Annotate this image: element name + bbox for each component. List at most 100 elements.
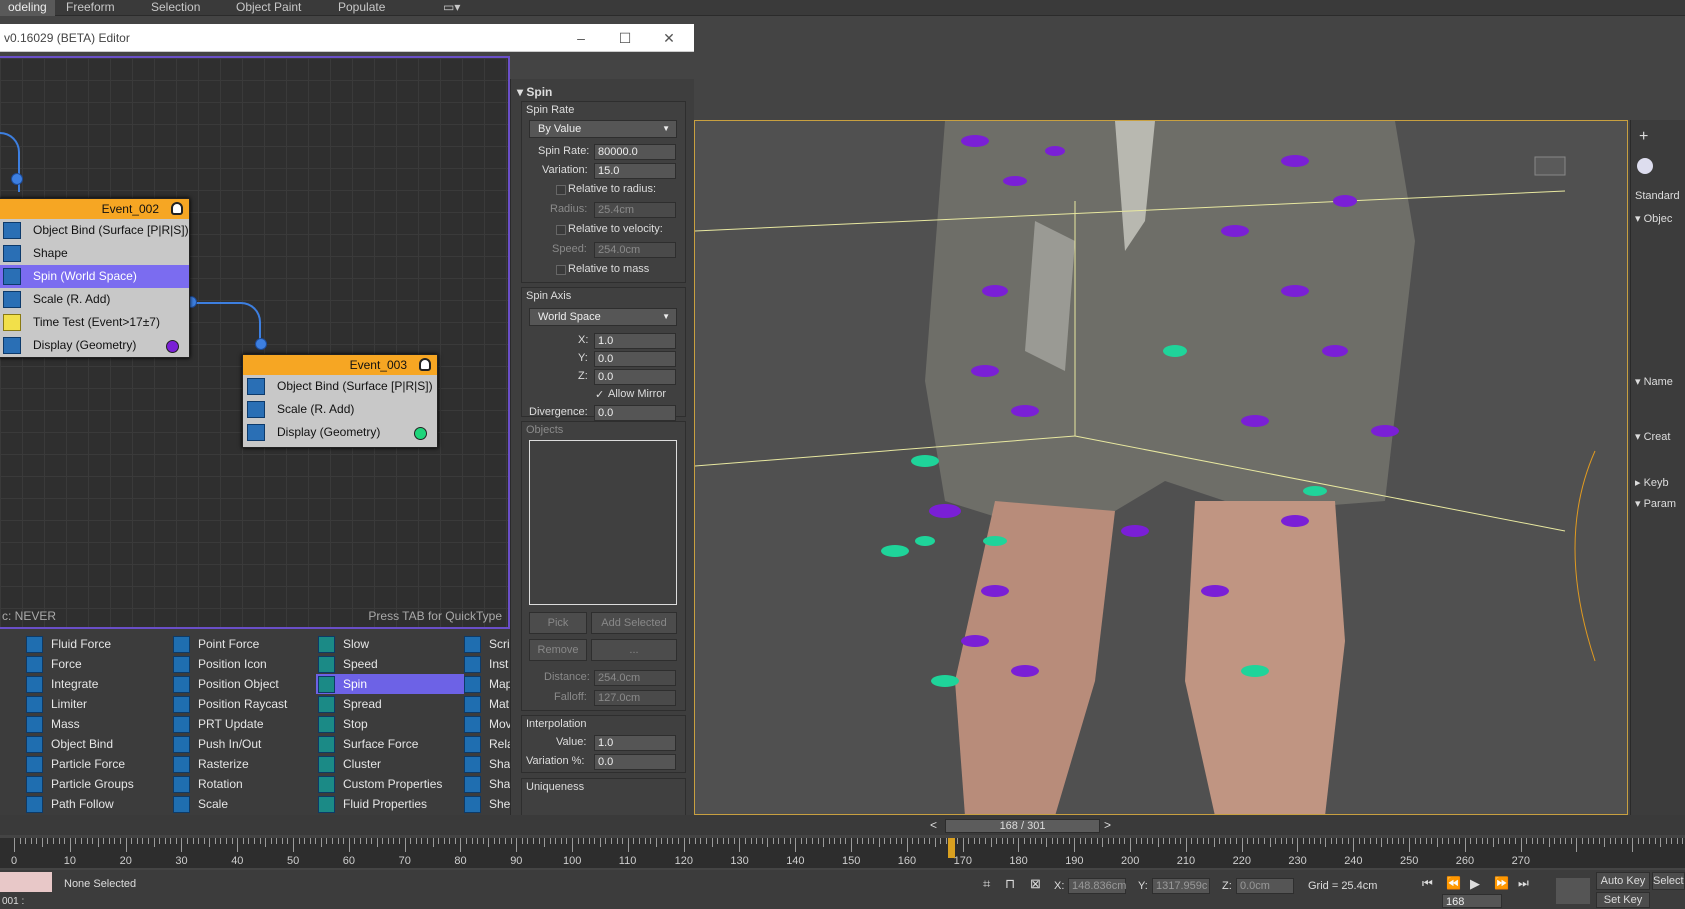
tab-object-paint[interactable]: Object Paint: [228, 0, 309, 16]
depot-operator-custom-properties[interactable]: Custom Properties: [316, 774, 464, 794]
input-socket[interactable]: [11, 173, 23, 185]
geometry-icon[interactable]: [1637, 158, 1653, 174]
axis-x-field[interactable]: 1.0: [594, 333, 676, 349]
panel-header[interactable]: ▾ Spin: [517, 85, 552, 99]
divergence-field[interactable]: 0.0: [594, 405, 676, 421]
standard-dropdown[interactable]: Standard: [1635, 190, 1680, 202]
script-field[interactable]: 001 :: [2, 896, 24, 907]
maxscript-listener[interactable]: [0, 872, 52, 892]
flow-canvas[interactable]: Event_002 Object Bind (Surface [P|R|S]) …: [0, 56, 510, 629]
prev-key-icon[interactable]: ⏪: [1446, 876, 1461, 890]
object-type-rollout[interactable]: ▾ Objec: [1635, 212, 1672, 225]
absolute-mode-icon[interactable]: ⊠: [1030, 876, 1041, 892]
depot-operator-spread[interactable]: Spread: [316, 694, 464, 714]
depot-operator-rasterize[interactable]: Rasterize: [171, 754, 311, 774]
isolate-icon[interactable]: ⌗: [983, 876, 990, 892]
event3-input-socket[interactable]: [255, 338, 267, 350]
spin-rate-field[interactable]: 80000.0: [594, 144, 676, 160]
depot-operator-force[interactable]: Force: [24, 654, 164, 674]
x-coord-field[interactable]: 148.836cm: [1068, 878, 1126, 894]
create-icon[interactable]: +: [1639, 128, 1648, 146]
current-frame-marker[interactable]: [948, 838, 956, 858]
operator-display[interactable]: Display (Geometry): [0, 334, 189, 357]
depot-operator-surface-force[interactable]: Surface Force: [316, 734, 464, 754]
interp-variation-field[interactable]: 0.0: [594, 754, 676, 770]
name-rollout[interactable]: ▾ Name: [1635, 375, 1673, 388]
add-selected-button[interactable]: Add Selected: [591, 612, 677, 634]
operator-shape[interactable]: Shape: [0, 242, 189, 265]
key-mode-icon[interactable]: [1556, 878, 1590, 904]
speed-field[interactable]: 254.0cm: [594, 242, 676, 258]
distance-field[interactable]: 254.0cm: [594, 670, 676, 686]
relative-velocity-checkbox[interactable]: [556, 225, 566, 235]
operator-object-bind[interactable]: Object Bind (Surface [P|R|S]): [243, 375, 437, 398]
depot-operator-point-force[interactable]: Point Force: [171, 634, 311, 654]
lightbulb-icon[interactable]: [171, 202, 183, 215]
depot-operator-position-icon[interactable]: Position Icon: [171, 654, 311, 674]
allow-mirror-checkbox[interactable]: ✓: [595, 388, 604, 401]
operator-spin[interactable]: Spin (World Space): [0, 265, 189, 288]
radius-field[interactable]: 25.4cm: [594, 202, 676, 218]
close-icon[interactable]: ✕: [656, 28, 682, 48]
next-key-icon[interactable]: ⏩: [1494, 876, 1509, 890]
pick-button[interactable]: Pick: [529, 612, 587, 634]
relative-radius-checkbox[interactable]: [556, 185, 566, 195]
depot-operator-mass[interactable]: Mass: [24, 714, 164, 734]
ribbon-options-icon[interactable]: ▭▾: [435, 0, 468, 16]
falloff-field[interactable]: 127.0cm: [594, 690, 676, 706]
timeline-ruler[interactable]: 0 10 20 30 40 50 60 70 80 90 100 110 120 130 140 150 160…: [0, 838, 1685, 868]
depot-operator-fluid-force[interactable]: Fluid Force: [24, 634, 164, 654]
axis-z-field[interactable]: 0.0: [594, 369, 676, 385]
depot-operator-path-follow[interactable]: Path Follow: [24, 794, 164, 814]
time-slider[interactable]: 168 / 301: [945, 819, 1100, 833]
depot-operator-prt-update[interactable]: PRT Update: [171, 714, 311, 734]
tab-freeform[interactable]: Freeform: [58, 0, 123, 16]
time-slider-track[interactable]: [0, 815, 1685, 835]
relative-mass-checkbox[interactable]: [556, 265, 566, 275]
keyboard-rollout[interactable]: ▸ Keyb: [1635, 476, 1669, 489]
maximize-icon[interactable]: ☐: [612, 28, 638, 48]
tab-modeling[interactable]: odeling: [0, 0, 55, 16]
set-key-button[interactable]: Set Key: [1596, 892, 1650, 908]
goto-start-icon[interactable]: ⏮: [1422, 876, 1433, 891]
depot-operator-fluid-properties[interactable]: Fluid Properties: [316, 794, 464, 814]
depot-operator-particle-force[interactable]: Particle Force: [24, 754, 164, 774]
z-coord-field[interactable]: 0.0cm: [1236, 878, 1294, 894]
remove-button[interactable]: Remove: [529, 639, 587, 661]
perspective-viewport[interactable]: [694, 120, 1628, 815]
creation-rollout[interactable]: ▾ Creat: [1635, 430, 1670, 443]
depot-operator-position-raycast[interactable]: Position Raycast: [171, 694, 311, 714]
depot-operator-push-in-out[interactable]: Push In/Out: [171, 734, 311, 754]
more-button[interactable]: ...: [591, 639, 677, 661]
depot-operator-scale[interactable]: Scale: [171, 794, 311, 814]
display-color-swatch[interactable]: [166, 340, 179, 353]
selected-dropdown[interactable]: Selecte: [1652, 872, 1685, 890]
event-node-003[interactable]: Event_003 Object Bind (Surface [P|R|S]) …: [242, 354, 438, 448]
spin-rate-mode-select[interactable]: By Value ▼: [529, 120, 677, 138]
parameters-rollout[interactable]: ▾ Param: [1635, 497, 1676, 510]
display-color-swatch[interactable]: [414, 427, 427, 440]
current-frame-field[interactable]: 168: [1442, 894, 1502, 908]
depot-operator-speed[interactable]: Speed: [316, 654, 464, 674]
tab-selection[interactable]: Selection: [143, 0, 208, 16]
depot-operator-stop[interactable]: Stop: [316, 714, 464, 734]
depot-operator-slow[interactable]: Slow: [316, 634, 464, 654]
depot-operator-limiter[interactable]: Limiter: [24, 694, 164, 714]
event-node-002[interactable]: Event_002 Object Bind (Surface [P|R|S]) …: [0, 198, 190, 358]
operator-object-bind[interactable]: Object Bind (Surface [P|R|S]): [0, 219, 189, 242]
spin-axis-select[interactable]: World Space ▼: [529, 308, 677, 326]
variation-field[interactable]: 15.0: [594, 163, 676, 179]
minimize-icon[interactable]: –: [568, 28, 594, 48]
depot-operator-particle-groups[interactable]: Particle Groups: [24, 774, 164, 794]
operator-scale[interactable]: Scale (R. Add): [243, 398, 437, 421]
lock-icon[interactable]: ⊓: [1005, 876, 1015, 892]
depot-operator-rotation[interactable]: Rotation: [171, 774, 311, 794]
auto-key-button[interactable]: Auto Key: [1596, 872, 1650, 890]
depot-operator-position-object[interactable]: Position Object: [171, 674, 311, 694]
operator-display[interactable]: Display (Geometry): [243, 421, 437, 444]
depot-operator-cluster[interactable]: Cluster: [316, 754, 464, 774]
depot-operator-integrate[interactable]: Integrate: [24, 674, 164, 694]
goto-end-icon[interactable]: ⏭: [1518, 876, 1529, 891]
interp-value-field[interactable]: 1.0: [594, 735, 676, 751]
tab-populate[interactable]: Populate: [330, 0, 393, 16]
